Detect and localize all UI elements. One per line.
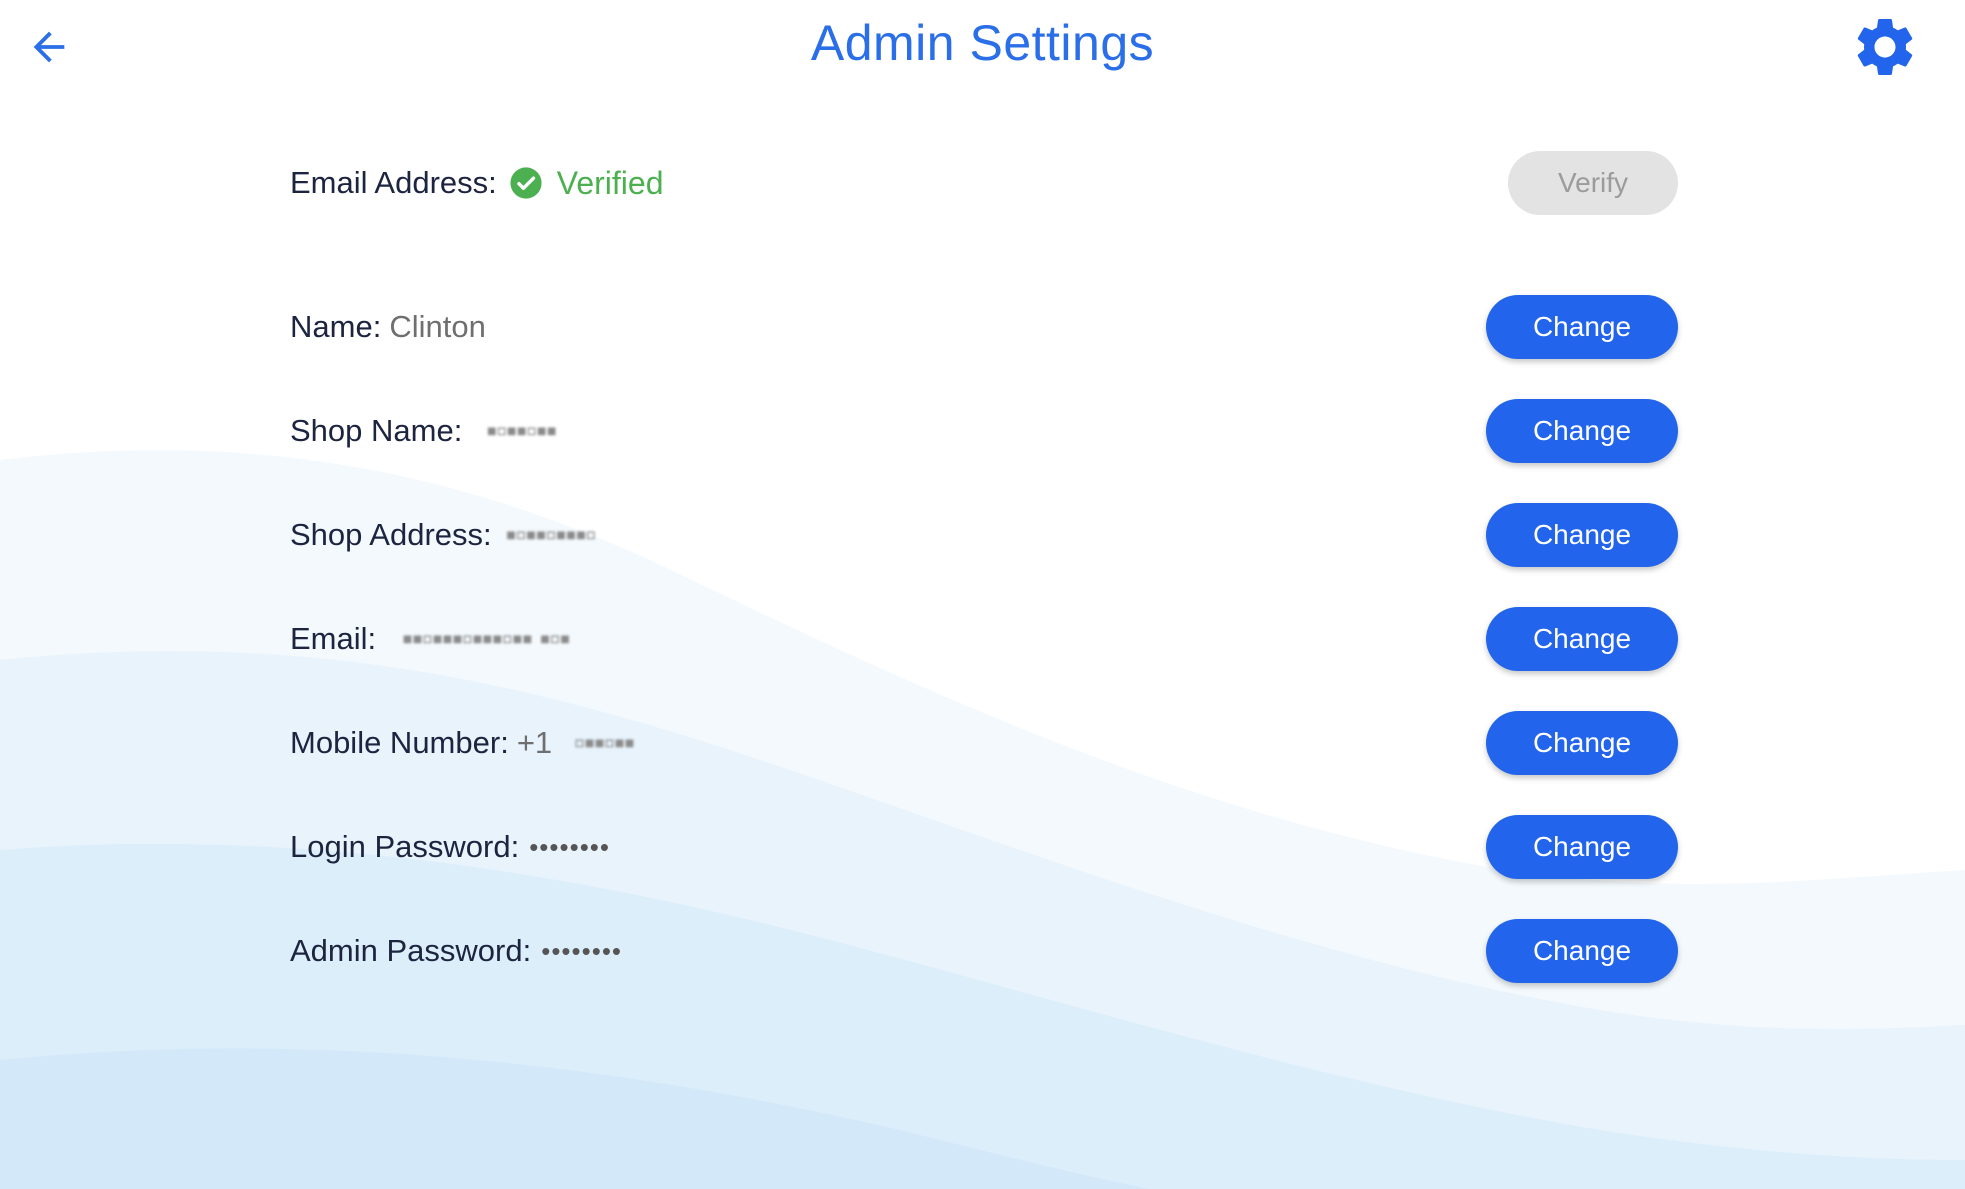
- change-shop-address-button[interactable]: Change: [1486, 503, 1678, 567]
- email-address-label: Email Address:: [290, 165, 497, 200]
- change-name-button[interactable]: Change: [1486, 295, 1678, 359]
- email-label: Email:: [290, 621, 377, 656]
- change-email-button[interactable]: Change: [1486, 607, 1678, 671]
- mobile-number-redacted: ▫▪▪▫▪▪: [574, 725, 635, 760]
- settings-list: Email Address: Verified Verify Name: Cli…: [0, 0, 1965, 1189]
- change-login-password-button[interactable]: Change: [1486, 815, 1678, 879]
- settings-button[interactable]: [1850, 12, 1920, 82]
- change-mobile-number-button[interactable]: Change: [1486, 711, 1678, 775]
- shop-name-value-redacted: ▪▫▪▪▫▪▪: [486, 413, 557, 448]
- login-password-masked: ••••••••: [529, 831, 611, 862]
- shop-name-label: Shop Name:: [290, 413, 463, 448]
- gear-icon: [1857, 18, 1913, 75]
- admin-password-row: Admin Password: •••••••• Change: [290, 918, 1678, 984]
- name-row: Name: Clinton Change: [290, 294, 1678, 360]
- header: Admin Settings: [0, 0, 1965, 100]
- admin-password-masked: ••••••••: [541, 935, 623, 966]
- change-shop-name-button[interactable]: Change: [1486, 399, 1678, 463]
- email-value-redacted: ▪▪▫▪▪▪▫▪▪▪▫▪▪ ▪▫▪: [402, 621, 570, 656]
- name-label: Name:: [290, 309, 382, 344]
- check-circle-icon: [510, 167, 542, 199]
- login-password-row: Login Password: •••••••• Change: [290, 814, 1678, 880]
- page-title: Admin Settings: [810, 15, 1155, 71]
- shop-address-value-redacted: ▪▫▪▪▫▪▪▪▫: [505, 517, 597, 552]
- verify-button[interactable]: Verify: [1508, 151, 1678, 215]
- shop-name-row: Shop Name: ▪▫▪▪▫▪▪ Change: [290, 398, 1678, 464]
- admin-password-label: Admin Password:: [290, 933, 532, 968]
- name-value: Clinton: [389, 309, 486, 344]
- mobile-number-label: Mobile Number:: [290, 725, 509, 760]
- mobile-country-code: +1: [516, 725, 553, 760]
- email-verification-row: Email Address: Verified Verify: [290, 150, 1678, 216]
- shop-address-row: Shop Address: ▪▫▪▪▫▪▪▪▫ Change: [290, 502, 1678, 568]
- email-row: Email: ▪▪▫▪▪▪▫▪▪▪▫▪▪ ▪▫▪ Change: [290, 606, 1678, 672]
- shop-address-label: Shop Address:: [290, 517, 492, 552]
- change-admin-password-button[interactable]: Change: [1486, 919, 1678, 983]
- verified-status: Verified: [556, 164, 664, 201]
- mobile-number-row: Mobile Number: +1 ▫▪▪▫▪▪ Change: [290, 710, 1678, 776]
- login-password-label: Login Password:: [290, 829, 520, 864]
